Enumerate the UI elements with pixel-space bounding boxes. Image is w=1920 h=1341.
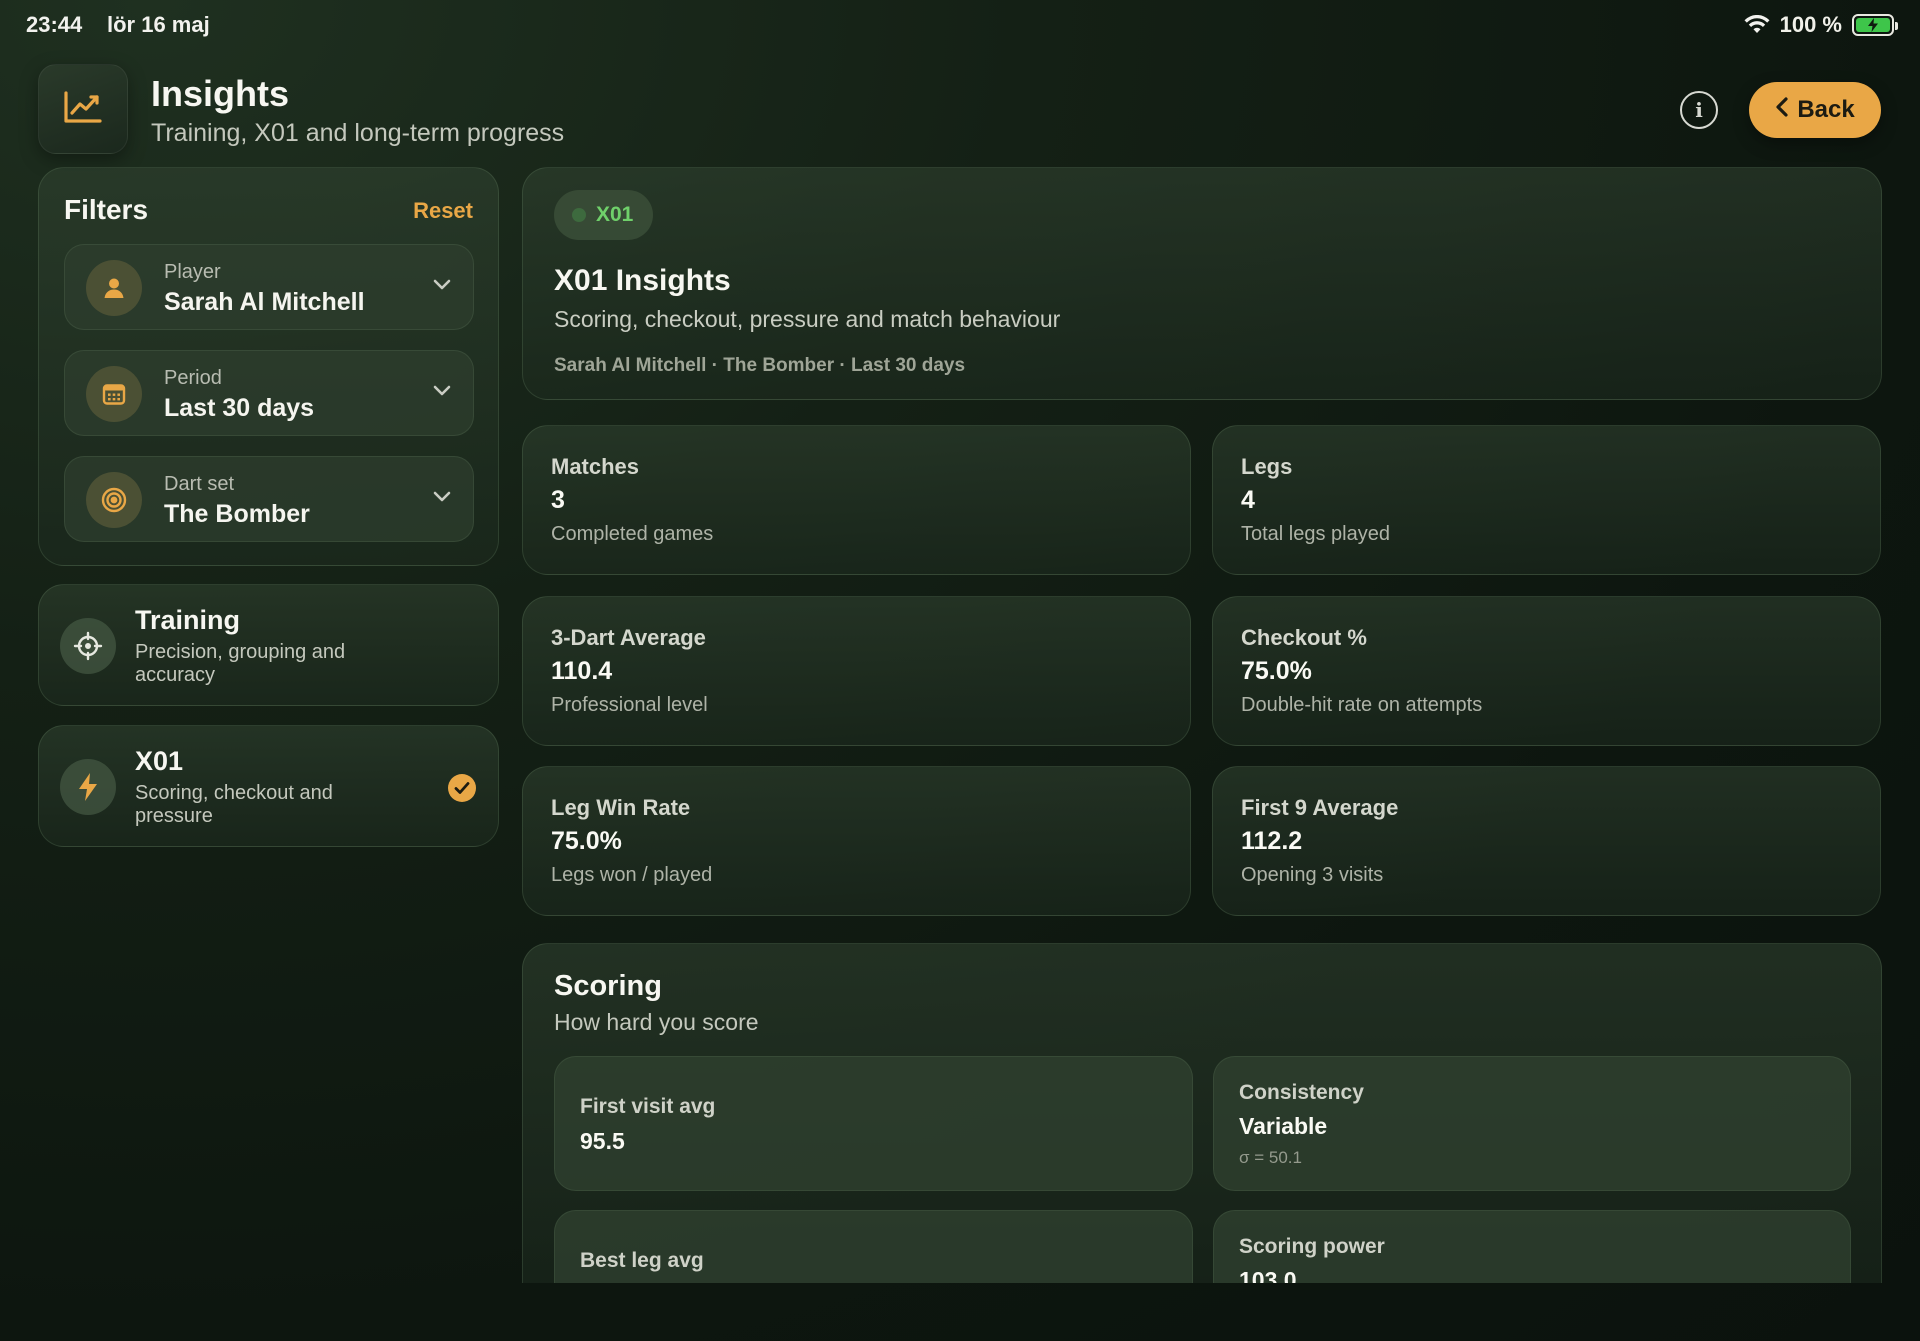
tile-value: 95.5: [580, 1128, 625, 1154]
crosshair-icon: [60, 618, 116, 674]
checkmark-icon: [448, 774, 476, 802]
stat-label: 3-Dart Average: [551, 625, 706, 650]
stat-value: 112.2: [1241, 827, 1303, 855]
tile-label: Best leg avg: [580, 1249, 704, 1272]
stat-subtext: Double-hit rate on attempts: [1241, 694, 1483, 716]
back-button-label: Back: [1797, 96, 1855, 123]
scoring-title: Scoring: [554, 970, 662, 1002]
consistency-tile: Consistency Variable σ = 50.1: [1213, 1056, 1851, 1191]
mode-badge-label: X01: [596, 203, 634, 226]
mode-badge: X01: [554, 190, 654, 240]
leg-win-rate-card: Leg Win Rate 75.0% Legs won / played: [522, 766, 1191, 916]
status-dot-icon: [572, 208, 586, 222]
tile-value: Variable: [1239, 1113, 1328, 1139]
stat-subtext: Legs won / played: [551, 864, 713, 886]
filter-label: Dart set: [164, 473, 235, 495]
x01-mode-card[interactable]: X01 Scoring, checkout and pressure: [38, 725, 499, 847]
stat-value: 75.0%: [551, 827, 622, 855]
info-button[interactable]: i: [1680, 91, 1718, 129]
chevron-down-icon: [433, 384, 451, 402]
stat-subtext: Opening 3 visits: [1241, 864, 1384, 886]
training-mode-card[interactable]: Training Precision, grouping and accurac…: [38, 584, 499, 706]
three-dart-average-card: 3-Dart Average 110.4 Professional level: [522, 596, 1191, 746]
filters-title: Filters: [64, 194, 149, 225]
filter-label: Player: [164, 261, 221, 283]
bolt-icon: [60, 759, 116, 815]
status-time: 23:44: [26, 12, 83, 37]
tile-label: First visit avg: [580, 1095, 716, 1118]
filter-value: Last 30 days: [164, 394, 315, 422]
mode-description: Scoring, checkout and pressure: [135, 782, 333, 827]
tile-value: 103.0: [1239, 1267, 1297, 1283]
stat-value: 110.4: [551, 657, 613, 685]
dart-set-filter[interactable]: Dart set The Bomber: [64, 456, 474, 542]
scoring-subtitle: How hard you score: [554, 1009, 759, 1035]
calendar-icon: [86, 366, 142, 422]
tile-label: Consistency: [1239, 1081, 1364, 1104]
reset-button[interactable]: Reset: [413, 198, 473, 224]
chevron-left-icon: [1775, 96, 1789, 124]
insights-title: X01 Insights: [554, 264, 731, 297]
page-title: Insights: [151, 73, 290, 114]
battery-percent: 100 %: [1779, 12, 1842, 37]
stat-value: 4: [1241, 486, 1255, 514]
mode-title: Training: [135, 605, 241, 635]
chevron-down-icon: [433, 278, 451, 296]
scoring-section: Scoring How hard you score First visit a…: [522, 943, 1882, 1283]
page-subtitle: Training, X01 and long-term progress: [151, 119, 565, 147]
insights-header-card: X01 X01 Insights Scoring, checkout, pres…: [522, 167, 1882, 400]
period-filter[interactable]: Period Last 30 days: [64, 350, 474, 436]
info-icon: i: [1695, 98, 1703, 122]
tile-label: Scoring power: [1239, 1235, 1385, 1258]
stat-value: 75.0%: [1241, 657, 1312, 685]
stat-label: Matches: [551, 454, 640, 479]
player-filter[interactable]: Player Sarah Al Mitchell: [64, 244, 474, 330]
stat-label: Legs: [1241, 454, 1293, 479]
filter-value: The Bomber: [164, 500, 310, 528]
target-icon: [86, 472, 142, 528]
stat-subtext: Total legs played: [1241, 523, 1390, 545]
status-date: lör 16 maj: [107, 12, 210, 37]
insights-meta: Sarah Al Mitchell · The Bomber · Last 30…: [554, 355, 966, 376]
insights-app-icon: [38, 64, 128, 154]
filters-panel: Filters Reset Player Sarah Al Mitchell P…: [38, 167, 499, 566]
person-icon: [86, 260, 142, 316]
battery-icon: [1852, 14, 1898, 36]
filter-label: Period: [164, 367, 222, 389]
scoring-power-tile: Scoring power 103.0: [1213, 1210, 1851, 1283]
chevron-down-icon: [433, 490, 451, 508]
status-indicators: 100 %: [1744, 12, 1898, 38]
mode-title: X01: [135, 746, 184, 776]
chart-trend-icon: [63, 90, 103, 129]
first-9-average-card: First 9 Average 112.2 Opening 3 visits: [1212, 766, 1881, 916]
stat-value: 3: [551, 486, 565, 514]
insights-subtitle: Scoring, checkout, pressure and match be…: [554, 306, 1061, 332]
stat-label: Leg Win Rate: [551, 795, 691, 820]
filter-value: Sarah Al Mitchell: [164, 288, 365, 316]
stat-subtext: Completed games: [551, 523, 714, 545]
first-visit-avg-tile: First visit avg 95.5: [554, 1056, 1193, 1191]
stat-label: Checkout %: [1241, 625, 1367, 650]
legs-stat-card: Legs 4 Total legs played: [1212, 425, 1881, 575]
stat-label: First 9 Average: [1241, 795, 1399, 820]
stat-subtext: Professional level: [551, 694, 708, 716]
status-bar: 23:44 lör 16 maj 100 %: [0, 0, 1920, 52]
matches-stat-card: Matches 3 Completed games: [522, 425, 1191, 575]
back-button[interactable]: Back: [1749, 82, 1881, 138]
checkout-percent-card: Checkout % 75.0% Double-hit rate on atte…: [1212, 596, 1881, 746]
mode-description: Precision, grouping and accuracy: [135, 641, 346, 686]
wifi-icon: [1744, 15, 1770, 35]
best-leg-avg-tile: Best leg avg: [554, 1210, 1193, 1283]
tile-subtext: σ = 50.1: [1239, 1148, 1302, 1167]
